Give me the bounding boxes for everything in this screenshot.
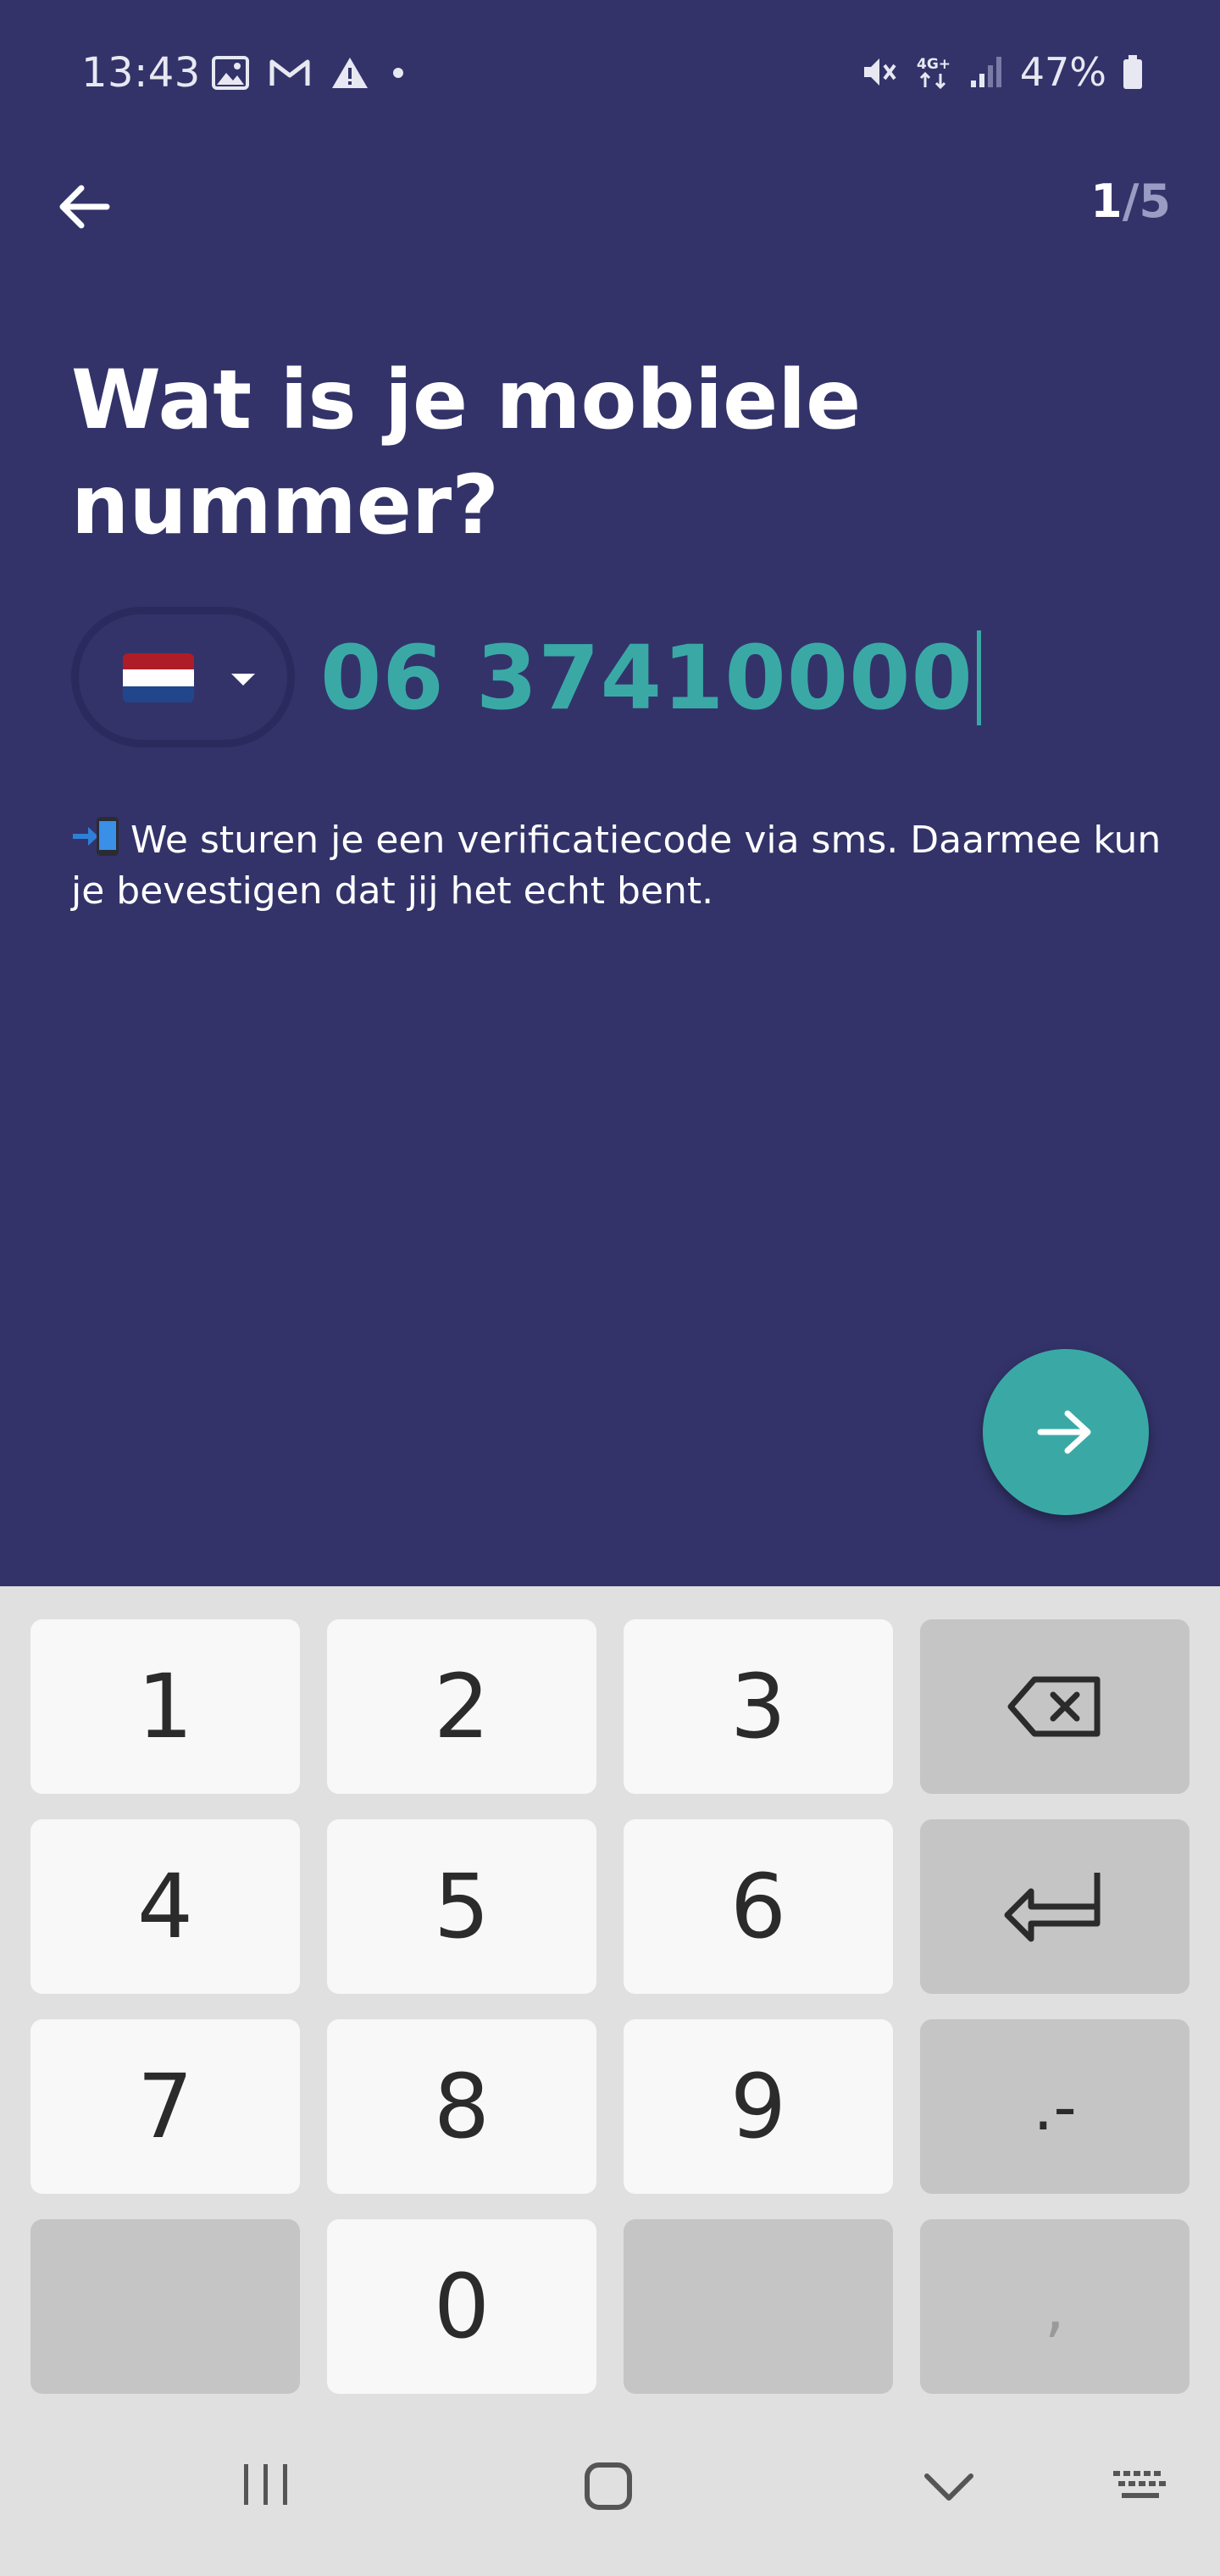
recent-apps-button[interactable] — [241, 2461, 291, 2508]
dropdown-caret-icon — [231, 674, 255, 686]
empty-key-left — [30, 2219, 300, 2394]
key-0[interactable]: 0 — [327, 2219, 596, 2394]
app-screen: 13:43 4G+ 47% 1/5 Wat is je mobiele numm… — [0, 0, 1220, 1586]
svg-text:4G+: 4G+ — [917, 56, 951, 73]
empty-key-middle — [624, 2219, 893, 2394]
battery-percent: 47% — [1019, 49, 1106, 95]
status-time: 13:43 — [81, 49, 201, 97]
info-text: We sturen je een verificatiecode via sms… — [71, 819, 1162, 913]
keyboard-switch-button[interactable] — [1112, 2468, 1169, 2505]
home-button[interactable] — [583, 2461, 634, 2512]
phone-number-input[interactable]: 06 37410000 — [320, 619, 1134, 737]
system-nav-bar — [0, 2401, 1220, 2576]
symbol-key[interactable]: .- — [920, 2019, 1190, 2194]
mobile-arrow-icon — [71, 815, 122, 858]
step-current: 1 — [1090, 175, 1123, 228]
step-separator: / — [1122, 175, 1140, 228]
network-4g-icon: 4G+ — [915, 53, 954, 91]
vibrate-mute-icon — [861, 53, 900, 91]
keyboard-icon — [1113, 2471, 1166, 2498]
arrow-left-icon — [59, 185, 110, 229]
gmail-icon — [269, 58, 310, 88]
key-9[interactable]: 9 — [624, 2019, 893, 2194]
phone-number-value: 06 37410000 — [320, 626, 973, 730]
warning-icon — [330, 56, 369, 90]
country-selector[interactable] — [71, 607, 295, 747]
battery-icon — [1122, 53, 1144, 91]
backspace-icon — [1007, 1676, 1101, 1737]
netherlands-flag-icon — [123, 653, 194, 702]
signal-icon — [969, 55, 1005, 89]
page-title: Wat is je mobiele nummer? — [71, 353, 862, 552]
backspace-key[interactable] — [920, 1619, 1190, 1794]
home-icon — [585, 2462, 632, 2510]
step-total: 5 — [1139, 175, 1171, 228]
back-button[interactable] — [47, 171, 119, 242]
recent-apps-icon — [244, 2464, 287, 2505]
enter-icon — [1004, 1873, 1101, 1942]
arrow-right-icon — [1037, 1410, 1091, 1454]
next-button[interactable] — [983, 1349, 1149, 1515]
key-8[interactable]: 8 — [327, 2019, 596, 2194]
chevron-down-icon — [924, 2473, 973, 2501]
image-icon — [212, 56, 249, 90]
key-4[interactable]: 4 — [30, 1819, 300, 1994]
key-6[interactable]: 6 — [624, 1819, 893, 1994]
key-3[interactable]: 3 — [624, 1619, 893, 1794]
comma-key[interactable]: , — [920, 2219, 1190, 2394]
info-message: We sturen je een verificatiecode via sms… — [71, 815, 1173, 917]
key-5[interactable]: 5 — [327, 1819, 596, 1994]
key-1[interactable]: 1 — [30, 1619, 300, 1794]
text-cursor — [976, 630, 981, 725]
enter-key[interactable] — [920, 1819, 1190, 1994]
step-indicator: 1/5 — [1090, 175, 1171, 228]
key-2[interactable]: 2 — [327, 1619, 596, 1794]
hide-keyboard-button[interactable] — [922, 2471, 976, 2505]
dot-icon — [390, 64, 407, 81]
key-7[interactable]: 7 — [30, 2019, 300, 2194]
status-bar: 13:43 4G+ 47% — [0, 0, 1220, 153]
